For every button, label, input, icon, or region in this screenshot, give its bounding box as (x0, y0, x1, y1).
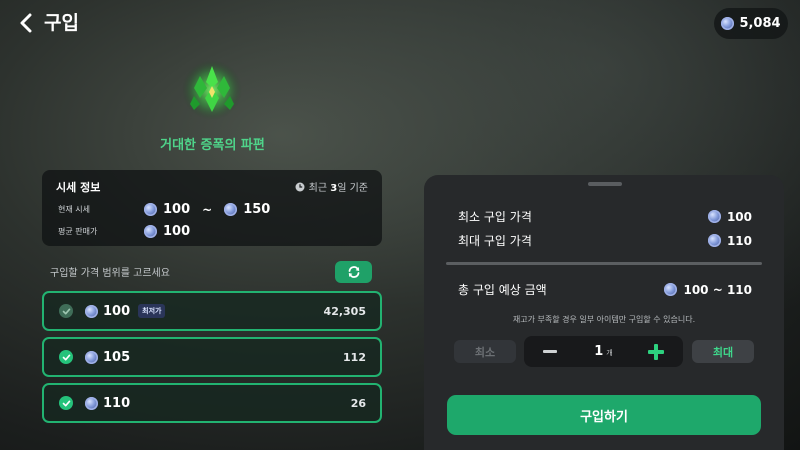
shard-item-icon (182, 60, 242, 120)
coin-icon (721, 17, 735, 30)
current-price-low: 100 (163, 202, 191, 217)
price-range-hint: 구입할 가격 범위를 고르세요 (50, 268, 170, 279)
total-price-label: 총 구입 예상 금액 (458, 283, 547, 297)
market-info-title: 시세 정보 (56, 181, 101, 194)
basis-suffix: 일 기준 (337, 183, 368, 194)
min-quantity-button[interactable]: 최소 (454, 340, 516, 363)
coin-icon (707, 210, 721, 223)
option-price: 100 (103, 303, 131, 319)
quantity-value: 1 (594, 344, 604, 359)
current-price-label: 현재 시세 (58, 205, 90, 214)
average-price-row: 평균 판매가 100 (58, 224, 190, 239)
coin-icon (144, 225, 157, 238)
max-quantity-button[interactable]: 최대 (692, 340, 754, 363)
refresh-button[interactable] (335, 261, 372, 283)
max-price-row: 최대 구입 가격 110 (458, 232, 752, 249)
max-price-value: 110 (726, 233, 752, 248)
current-price-high: 150 (243, 202, 271, 217)
price-option-row[interactable]: 105 112 (42, 337, 382, 377)
max-price-label: 최대 구입 가격 (458, 234, 532, 248)
coin-icon (85, 304, 98, 318)
coin-icon (224, 203, 238, 216)
option-quantity: 112 (343, 350, 366, 364)
back-button[interactable] (14, 10, 38, 36)
total-price-value: 100 ~ 110 (683, 282, 752, 297)
drag-handle[interactable] (588, 182, 622, 186)
option-price: 105 (103, 349, 131, 365)
currency-balance: 5,084 (714, 8, 788, 39)
chevron-left-icon (20, 13, 32, 33)
item-name: 거대한 증폭의 파편 (160, 138, 265, 153)
price-option-row[interactable]: 100 최저가 42,305 (42, 291, 382, 331)
page-title: 구입 (44, 12, 79, 34)
purchase-panel: 최소 구입 가격 100 최대 구입 가격 110 총 구입 예상 금액 100… (424, 175, 784, 450)
market-basis: 최근 3일 기준 (295, 179, 368, 194)
clock-icon (295, 182, 305, 191)
plus-icon[interactable] (648, 344, 664, 360)
quantity-stepper: 1개 (524, 336, 683, 367)
min-price-label: 최소 구입 가격 (458, 210, 532, 224)
lowest-price-badge: 최저가 (138, 304, 166, 318)
total-price-row: 총 구입 예상 금액 100 ~ 110 (458, 281, 752, 298)
market-info-panel: 시세 정보 최근 3일 기준 현재 시세 100 ~ 150 평균 판매가 10… (42, 170, 382, 246)
price-option-row[interactable]: 110 26 (42, 383, 382, 423)
coin-icon (144, 203, 157, 216)
range-separator: ~ (202, 202, 213, 217)
option-quantity: 26 (350, 396, 366, 410)
checkbox-checked-icon[interactable] (59, 350, 73, 364)
coin-icon (707, 234, 721, 247)
coin-icon (85, 350, 98, 364)
coin-icon (664, 283, 678, 296)
option-price: 110 (103, 395, 131, 411)
basis-prefix: 최근 (308, 183, 331, 194)
min-price-value: 100 (726, 209, 752, 224)
min-price-row: 최소 구입 가격 100 (458, 208, 752, 225)
coin-icon (85, 396, 98, 410)
refresh-icon (348, 266, 359, 278)
average-price-label: 평균 판매가 (58, 227, 98, 236)
buy-button[interactable]: 구입하기 (447, 395, 761, 435)
divider (446, 262, 762, 265)
average-price-value: 100 (163, 224, 191, 239)
option-quantity: 42,305 (323, 304, 366, 318)
quantity-unit: 개 (606, 349, 613, 357)
checkbox-unchecked-icon[interactable] (59, 304, 73, 318)
currency-amount: 5,084 (739, 16, 781, 31)
stock-notice: 재고가 부족할 경우 일부 아이템만 구입할 수 있습니다. (512, 315, 696, 324)
current-price-row: 현재 시세 100 ~ 150 (58, 202, 270, 217)
checkbox-checked-icon[interactable] (59, 396, 73, 410)
